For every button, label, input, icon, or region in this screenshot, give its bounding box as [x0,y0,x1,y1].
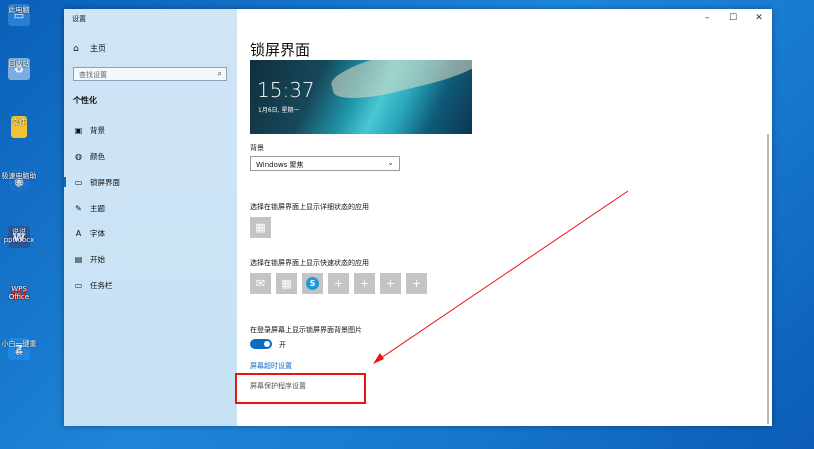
quick-status-app-calendar[interactable]: ▦ [276,273,297,294]
mail-icon: ✉ [255,277,266,290]
sidebar-item-home[interactable]: ⌂ 主页 [73,43,106,54]
sidebar-item-taskbar[interactable]: ▭ 任务栏 [64,277,237,293]
chevron-down-icon: ⌄ [387,158,394,167]
desktop-icon-recycle-bin[interactable]: ♻ 回收站 [0,58,38,80]
quick-status-label: 选择在锁屏界面上显示快速状态的应用 [250,259,369,267]
desktop-icon-assistant[interactable]: ◉ 极速电脑助手 [0,170,38,192]
sidebar-item-colors[interactable]: ◍ 颜色 [64,148,237,164]
maximize-button[interactable]: ☐ [720,9,746,27]
show-background-label: 在登录屏幕上显示锁屏界面背景图片 [250,326,362,334]
show-background-toggle[interactable] [250,339,272,349]
toggle-state-label: 开 [279,341,286,349]
image-icon: ▣ [74,125,83,135]
quick-status-add-1[interactable]: + [328,273,349,294]
desktop-icons: ▭ 此电脑 ♻ 回收站 文件 ◉ 极速电脑助手 W 说说ppt.docx W W… [0,0,38,449]
quick-status-add-3[interactable]: + [380,273,401,294]
screen-timeout-link[interactable]: 屏幕超时设置 [250,361,292,371]
start-icon: ▤ [74,254,83,264]
font-icon: A [75,228,82,238]
desktop-icon-wps[interactable]: W WPS Office [0,283,38,305]
desktop-icon-folder[interactable]: 文件 [0,116,38,138]
close-button[interactable]: ✕ [746,9,772,27]
skype-icon: S [306,277,319,290]
desktop-icon-computer[interactable]: ▭ 此电脑 [0,4,38,26]
detailed-status-app-calendar[interactable]: ▦ [250,217,271,238]
sidebar: 设置 ⌂ 主页 查找设置 ⌕ 个性化 ▣ 背景 ◍ 颜色 ▭ 锁屏界面 ✎ 主题… [64,9,237,426]
page-title: 锁屏界面 [250,41,311,59]
quick-status-app-skype[interactable]: S [302,273,323,294]
search-input[interactable]: 查找设置 ⌕ [73,67,227,81]
background-select[interactable]: Windows 聚焦 ⌄ [250,156,400,171]
calendar-icon: ▦ [281,277,292,290]
plus-icon: + [411,277,422,290]
detailed-status-label: 选择在锁屏界面上显示详细状态的应用 [250,203,369,211]
sidebar-item-start[interactable]: ▤ 开始 [64,251,237,267]
lock-screen-icon: ▭ [74,177,83,187]
home-icon: ⌂ [73,43,79,54]
main-pane: – ☐ ✕ 锁屏界面 15:37 1月6日, 星期一 背景 Windows 聚焦… [237,9,772,426]
window-controls: – ☐ ✕ [694,9,772,27]
desktop-icon-app[interactable]: Z 小白一键重装 [0,338,38,360]
background-label: 背景 [250,144,264,152]
sidebar-item-lock-screen[interactable]: ▭ 锁屏界面 [64,174,237,190]
theme-icon: ✎ [75,203,82,213]
search-icon: ⌕ [217,69,222,78]
calendar-icon: ▦ [255,221,266,234]
quick-status-add-2[interactable]: + [354,273,375,294]
desktop-icon-word-doc[interactable]: W 说说ppt.docx [0,226,38,248]
window-title: 设置 [72,15,86,23]
preview-date: 1月6日, 星期一 [258,107,300,114]
plus-icon: + [385,277,396,290]
scrollbar[interactable] [767,134,769,424]
quick-status-app-mail[interactable]: ✉ [250,273,271,294]
settings-window: 设置 ⌂ 主页 查找设置 ⌕ 个性化 ▣ 背景 ◍ 颜色 ▭ 锁屏界面 ✎ 主题… [64,9,772,426]
preview-shore [327,60,472,107]
sidebar-item-themes[interactable]: ✎ 主题 [64,200,237,216]
minimize-button[interactable]: – [694,9,720,27]
plus-icon: + [359,277,370,290]
palette-icon: ◍ [75,151,82,161]
plus-icon: + [333,277,344,290]
section-heading: 个性化 [73,96,97,105]
highlight-box [235,373,366,404]
lock-screen-preview: 15:37 1月6日, 星期一 [250,60,472,134]
quick-status-add-4[interactable]: + [406,273,427,294]
taskbar-icon: ▭ [74,280,83,290]
sidebar-item-fonts[interactable]: A 字体 [64,225,237,241]
preview-time: 15:37 [257,78,315,102]
sidebar-item-background[interactable]: ▣ 背景 [64,122,237,138]
